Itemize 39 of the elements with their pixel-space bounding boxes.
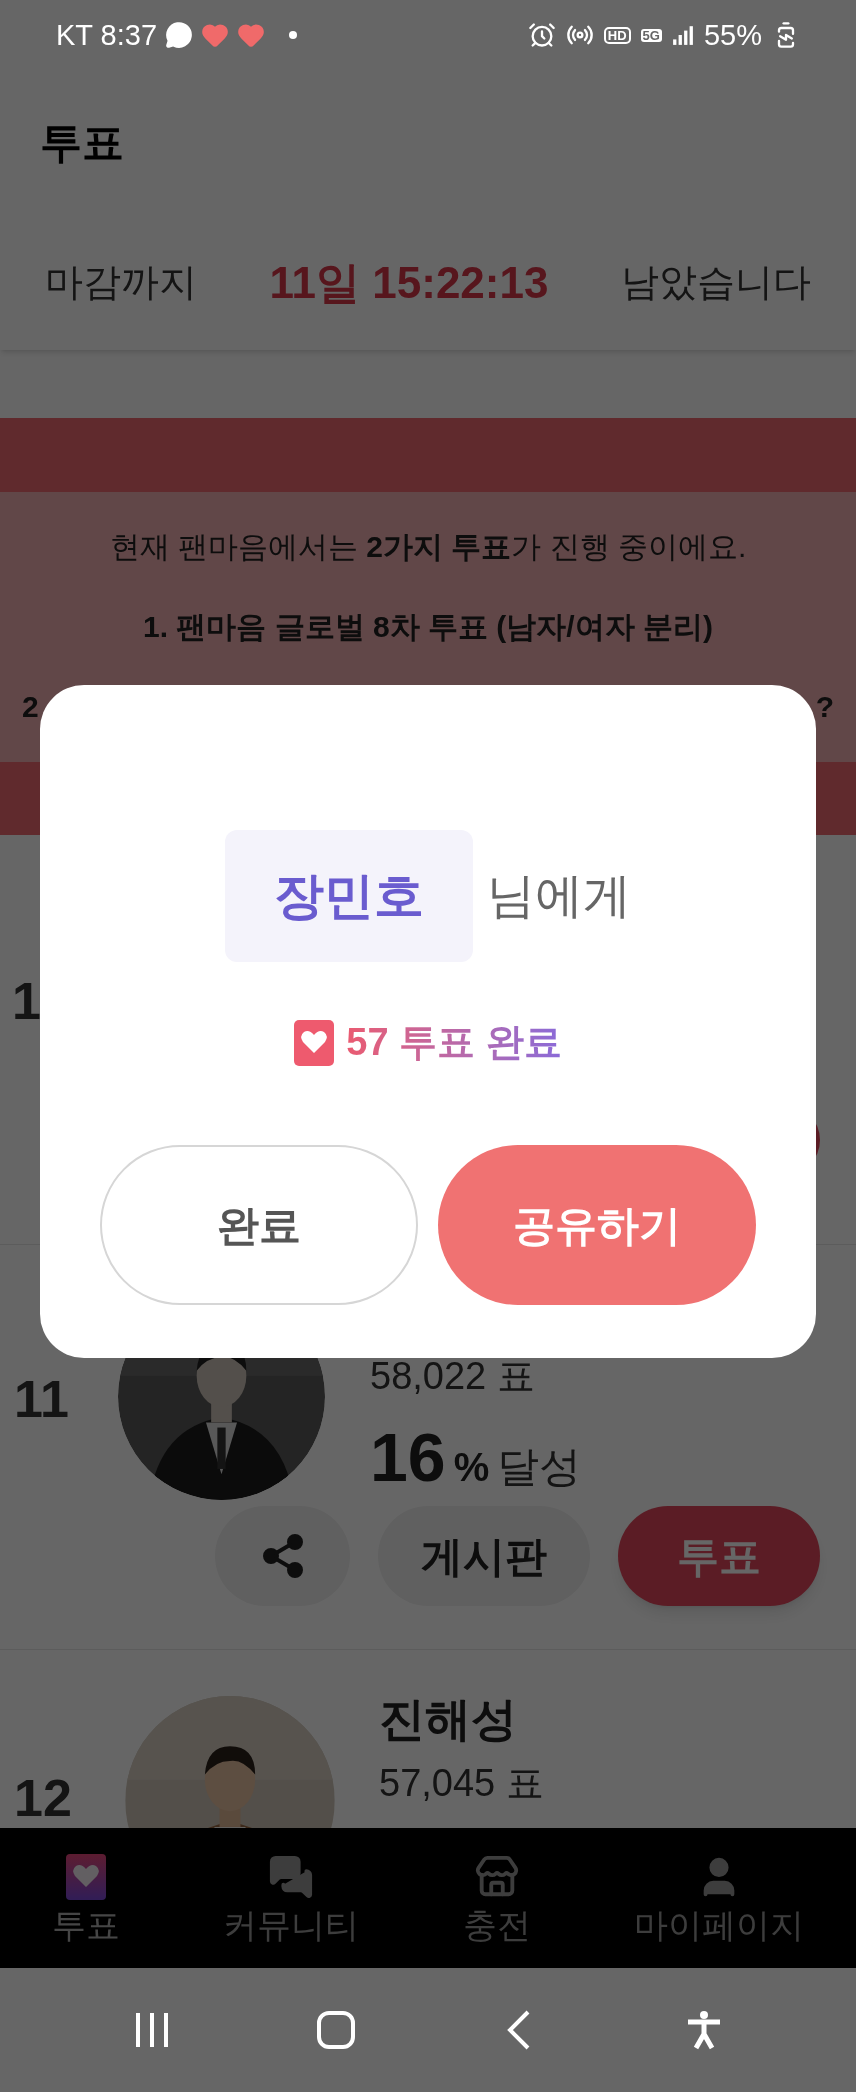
- hd-badge: HD: [603, 26, 631, 44]
- countdown-timer: 11일 15:22:13: [269, 256, 549, 309]
- vote-count: 58,022 표: [370, 1357, 536, 1395]
- carrier-time: KT 8:37: [56, 20, 158, 50]
- deadline-label: 마감까지: [45, 260, 197, 305]
- heart-card-icon: [65, 1854, 106, 1900]
- vote-count: 57,045 표: [379, 1764, 544, 1802]
- chat-bubble-icon: [165, 21, 194, 49]
- board-button[interactable]: 게시판: [378, 1506, 590, 1606]
- battery-percent: 55%: [703, 20, 762, 50]
- alarm-icon: [527, 21, 556, 49]
- share-button[interactable]: 공유하기: [438, 1145, 756, 1305]
- banner-text: 1. 팬마음 글로벌 8차 투표 (남자/여자 분리): [143, 611, 713, 642]
- nav-tab[interactable]: 마이페이지: [634, 1854, 805, 1942]
- rank-number: 11: [13, 1373, 70, 1425]
- rank-number: 1: [12, 975, 41, 1027]
- chat-bubbles-icon: [268, 1854, 315, 1900]
- remaining-label: 남았습니다: [621, 260, 811, 305]
- recipient-suffix: 님에게: [487, 868, 631, 924]
- network-badge: 5G: [640, 28, 662, 42]
- banner-text: 2: [22, 691, 39, 722]
- achieved-label: 달성: [497, 1446, 582, 1488]
- page-title: 투표: [40, 118, 124, 168]
- rank-number: 12: [13, 1772, 73, 1824]
- banner-text: 현재 팬마음에서는 2가지 투표가 진행 중이에요.: [109, 531, 747, 562]
- heart-icon: [237, 21, 266, 49]
- nav-tab[interactable]: 커뮤니티: [223, 1854, 360, 1942]
- signal-icon: [671, 24, 694, 46]
- percent-value: 16: [370, 1423, 446, 1491]
- percent-unit: %: [453, 1447, 490, 1487]
- done-button[interactable]: 완료: [100, 1145, 418, 1305]
- home-icon[interactable]: [316, 2010, 356, 2050]
- recipient-name: 장민호: [225, 830, 473, 962]
- vote-button[interactable]: 투표: [618, 1506, 820, 1606]
- nav-tab[interactable]: 투표: [51, 1854, 120, 1942]
- heart-icon: [201, 21, 230, 49]
- nav-tab[interactable]: 충전: [462, 1854, 531, 1942]
- candidate-name: 진해성: [379, 1696, 518, 1742]
- banner-text: ?: [815, 691, 834, 722]
